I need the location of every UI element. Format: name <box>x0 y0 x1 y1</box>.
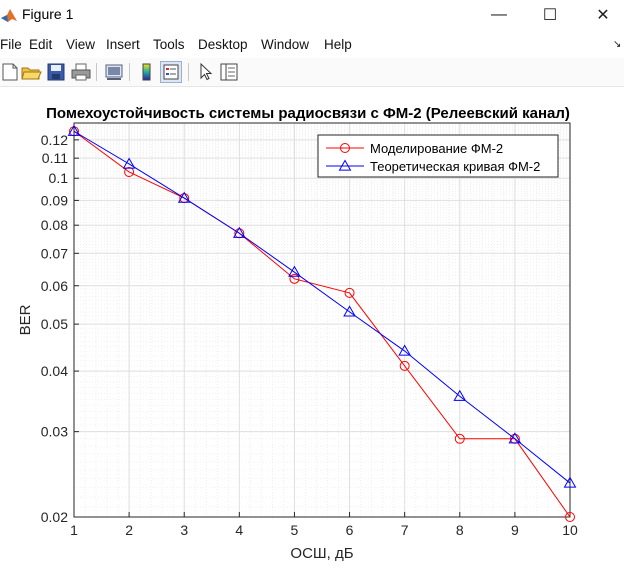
menu-file[interactable]: File <box>0 37 22 52</box>
menu-overflow-icon[interactable]: ↘ <box>613 39 621 50</box>
y-tick-label: 0.09 <box>41 192 68 208</box>
window-titlebar: Figure 1 — ☐ ✕ <box>0 0 624 30</box>
new-figure-icon[interactable] <box>0 61 22 83</box>
x-tick-label: 5 <box>291 522 299 538</box>
y-tick-label: 0.02 <box>41 509 68 525</box>
insert-colorbar-icon[interactable] <box>136 61 158 83</box>
menu-bar: File Edit View Insert Tools Desktop Wind… <box>0 32 624 56</box>
menu-insert[interactable]: Insert <box>106 37 140 52</box>
x-tick-label: 10 <box>562 522 578 538</box>
chart-title: Помехоустойчивость системы радиосвязи с … <box>46 105 570 122</box>
x-tick-label: 3 <box>180 522 188 538</box>
close-button[interactable]: ✕ <box>580 0 624 30</box>
link-plot-icon[interactable] <box>103 61 125 83</box>
y-tick-label: 0.05 <box>41 316 68 332</box>
menu-help[interactable]: Help <box>324 37 352 52</box>
x-tick-label: 9 <box>511 522 519 538</box>
toolbar-separator <box>188 63 189 81</box>
menu-view[interactable]: View <box>66 37 95 52</box>
x-tick-label: 2 <box>125 522 133 538</box>
x-tick-label: 4 <box>235 522 243 538</box>
pointer-icon[interactable] <box>194 61 216 83</box>
x-tick-label: 1 <box>70 522 78 538</box>
ber-chart[interactable]: 1 2 3 4 5 6 7 8 9 10 0.02 0.03 0.04 0.05 0.06 0.07 0.08 0… <box>0 87 624 569</box>
menu-tools[interactable]: Tools <box>153 37 185 52</box>
window-title: Figure 1 <box>22 6 74 22</box>
toolbar-separator <box>96 63 97 81</box>
minimize-button[interactable]: — <box>476 0 522 30</box>
x-tick-label: 8 <box>456 522 464 538</box>
legend-label-1: Моделирование ФМ-2 <box>370 141 503 156</box>
y-tick-label: 0.08 <box>41 217 68 233</box>
menu-desktop[interactable]: Desktop <box>198 37 248 52</box>
y-tick-label: 0.03 <box>41 424 68 440</box>
toolbar-separator <box>129 63 130 81</box>
y-axis-label: BER <box>17 304 34 335</box>
figure-canvas: 1 2 3 4 5 6 7 8 9 10 0.02 0.03 0.04 0.05 0.06 0.07 0.08 0… <box>0 87 624 569</box>
save-icon[interactable] <box>45 61 67 83</box>
figure-toolbar <box>0 58 624 87</box>
print-icon[interactable] <box>70 61 92 83</box>
maximize-button[interactable]: ☐ <box>527 0 573 30</box>
x-axis-label: ОСШ, дБ <box>290 545 353 562</box>
open-file-icon[interactable] <box>20 61 42 83</box>
y-tick-label: 0.06 <box>41 278 68 294</box>
menu-window[interactable]: Window <box>261 37 309 52</box>
y-tick-label: 0.07 <box>41 245 68 261</box>
insert-legend-icon[interactable] <box>160 61 182 83</box>
y-tick-label: 0.1 <box>49 170 69 186</box>
matlab-logo-icon <box>0 6 18 24</box>
plot-area <box>74 123 570 517</box>
menu-edit[interactable]: Edit <box>29 37 52 52</box>
y-tick-label: 0.12 <box>41 132 68 148</box>
y-tick-label: 0.11 <box>42 150 68 166</box>
y-tick-label: 0.04 <box>41 363 68 379</box>
property-inspector-icon[interactable] <box>218 61 240 83</box>
x-tick-label: 6 <box>346 522 354 538</box>
legend-label-2: Теоретическая кривая ФМ-2 <box>370 159 540 174</box>
x-tick-label: 7 <box>401 522 409 538</box>
